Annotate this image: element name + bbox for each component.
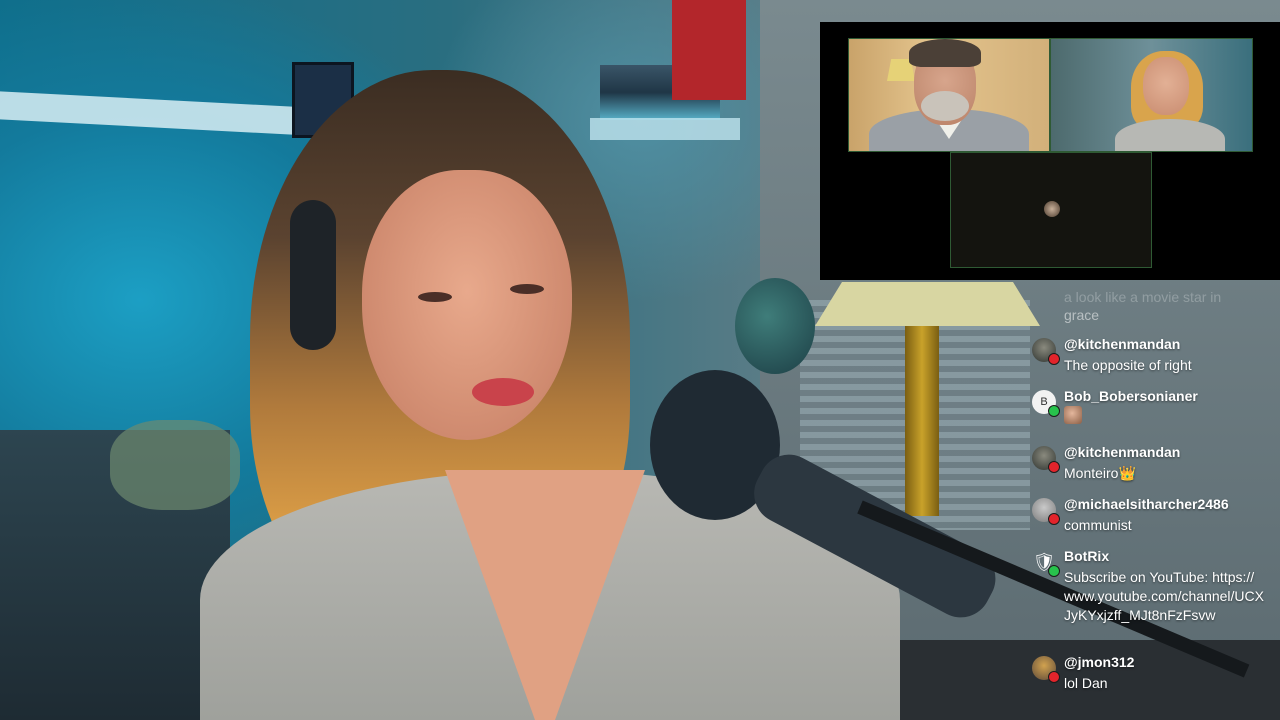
participant-avatar-icon (1044, 201, 1060, 217)
user-avatar[interactable] (1032, 338, 1060, 365)
clipped-line: a look like a movie star in (1064, 289, 1222, 305)
call-tile-participant-2[interactable] (1050, 38, 1253, 152)
user-avatar[interactable]: B (1032, 390, 1060, 417)
chat-message: B Bob_Bobersonianer (1032, 388, 1278, 430)
chat-username[interactable]: @kitchenmandan (1064, 336, 1180, 352)
chat-message: @kitchenmandan The opposite of right (1032, 336, 1278, 376)
call-tile-participant-3[interactable] (950, 152, 1152, 268)
chat-text: Monteiro👑 (1064, 465, 1136, 481)
eye (510, 284, 544, 294)
clipped-line: grace (1064, 307, 1100, 323)
eye (418, 292, 452, 302)
participant-face (1143, 57, 1189, 115)
chat-text: lol Dan (1064, 675, 1108, 691)
chat-overlay: a look like a movie star in grace @kitch… (1026, 286, 1280, 706)
chat-message: @michaelsitharcher2486 communist (1032, 496, 1278, 536)
chat-text: The opposite of right (1064, 357, 1192, 373)
user-avatar[interactable] (1032, 446, 1060, 473)
youtube-icon (1048, 461, 1060, 473)
clipped-message: a look like a movie star in grace (1064, 286, 1264, 324)
chat-username[interactable]: @kitchenmandan (1064, 444, 1180, 460)
avatar-letter: B (1040, 396, 1048, 408)
video-call-panel (820, 22, 1280, 280)
youtube-icon (1048, 671, 1060, 683)
participant-headset (909, 39, 981, 67)
chat-message: @kitchenmandan Monteiro👑 (1032, 444, 1278, 484)
chat-text: communist (1064, 517, 1132, 533)
youtube-icon (1048, 353, 1060, 365)
kick-icon (1048, 405, 1060, 417)
chat-text: Subscribe on YouTube: https://www.youtub… (1064, 569, 1264, 623)
participant-shirt (1115, 119, 1225, 151)
user-avatar[interactable] (1032, 498, 1060, 525)
participant-beard (921, 91, 969, 121)
headphones (290, 200, 336, 350)
face-emote-icon (1064, 406, 1082, 424)
bot-avatar[interactable]: 🛡 (1032, 550, 1060, 577)
call-tile-participant-1[interactable] (848, 38, 1050, 152)
chat-username[interactable]: BotRix (1064, 548, 1109, 564)
user-avatar[interactable] (1032, 656, 1060, 683)
lips (472, 378, 534, 406)
kick-icon (1048, 565, 1060, 577)
chat-username[interactable]: @michaelsitharcher2486 (1064, 496, 1229, 512)
chat-message: 🛡 BotRix Subscribe on YouTube: https://w… (1032, 548, 1278, 644)
chat-message: @jmon312 lol Dan (1032, 654, 1278, 696)
streamer-face (362, 170, 572, 440)
chat-username[interactable]: Bob_Bobersonianer (1064, 388, 1198, 404)
chat-username[interactable]: @jmon312 (1064, 654, 1134, 670)
youtube-icon (1048, 513, 1060, 525)
